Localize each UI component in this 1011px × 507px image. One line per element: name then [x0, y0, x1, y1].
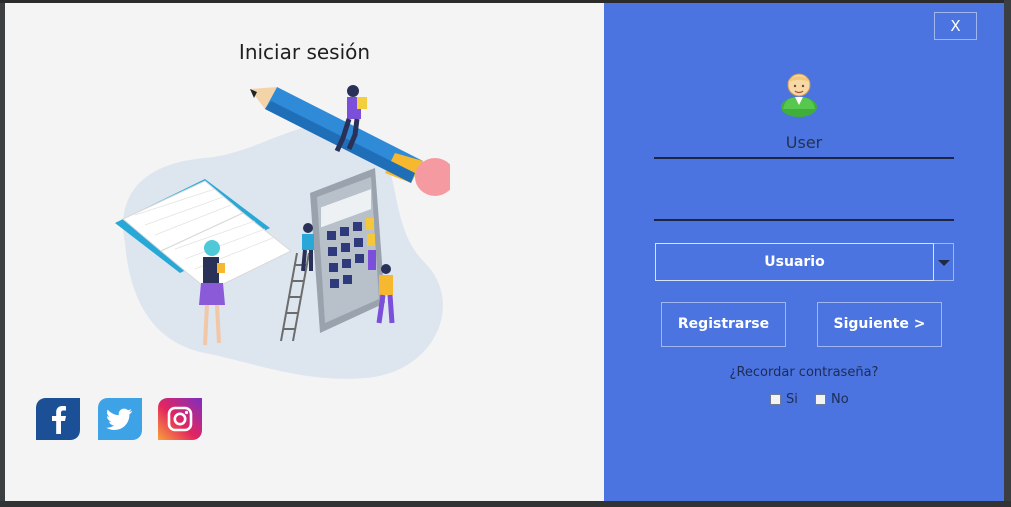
username-input[interactable] — [654, 127, 954, 159]
user-avatar-icon — [781, 73, 817, 117]
ide-background-right — [1004, 0, 1011, 507]
checkbox-no-label: No — [831, 392, 849, 407]
login-window: Iniciar sesión X User Usuario Registrars… — [5, 3, 1004, 501]
close-button[interactable]: X — [934, 12, 977, 40]
instagram-icon — [158, 398, 202, 440]
facebook-icon — [36, 398, 80, 440]
password-input[interactable] — [654, 187, 954, 221]
instagram-button[interactable] — [156, 396, 204, 442]
next-button[interactable]: Siguiente > — [817, 302, 942, 347]
left-panel: Iniciar sesión — [5, 3, 604, 501]
right-panel: X Usuario Registrarse Siguiente > ¿Recor… — [604, 3, 1004, 501]
checkbox-no[interactable]: No — [815, 392, 849, 407]
facebook-button[interactable] — [34, 396, 82, 442]
login-title: Iniciar sesión — [238, 40, 371, 64]
register-button[interactable]: Registrarse — [661, 302, 786, 347]
checkbox-si[interactable]: Si — [770, 392, 798, 407]
twitter-icon — [98, 398, 142, 440]
checkbox-si-box[interactable] — [770, 394, 781, 405]
checkbox-si-label: Si — [786, 392, 798, 407]
study-illustration — [115, 85, 450, 379]
role-dropdown[interactable]: Usuario — [655, 243, 954, 281]
remember-password-label: ¿Recordar contraseña? — [729, 365, 879, 380]
chevron-down-icon[interactable] — [934, 243, 954, 281]
twitter-button[interactable] — [96, 396, 144, 442]
ide-background-bottom — [0, 501, 1011, 507]
role-dropdown-value: Usuario — [655, 243, 934, 281]
checkbox-no-box[interactable] — [815, 394, 826, 405]
